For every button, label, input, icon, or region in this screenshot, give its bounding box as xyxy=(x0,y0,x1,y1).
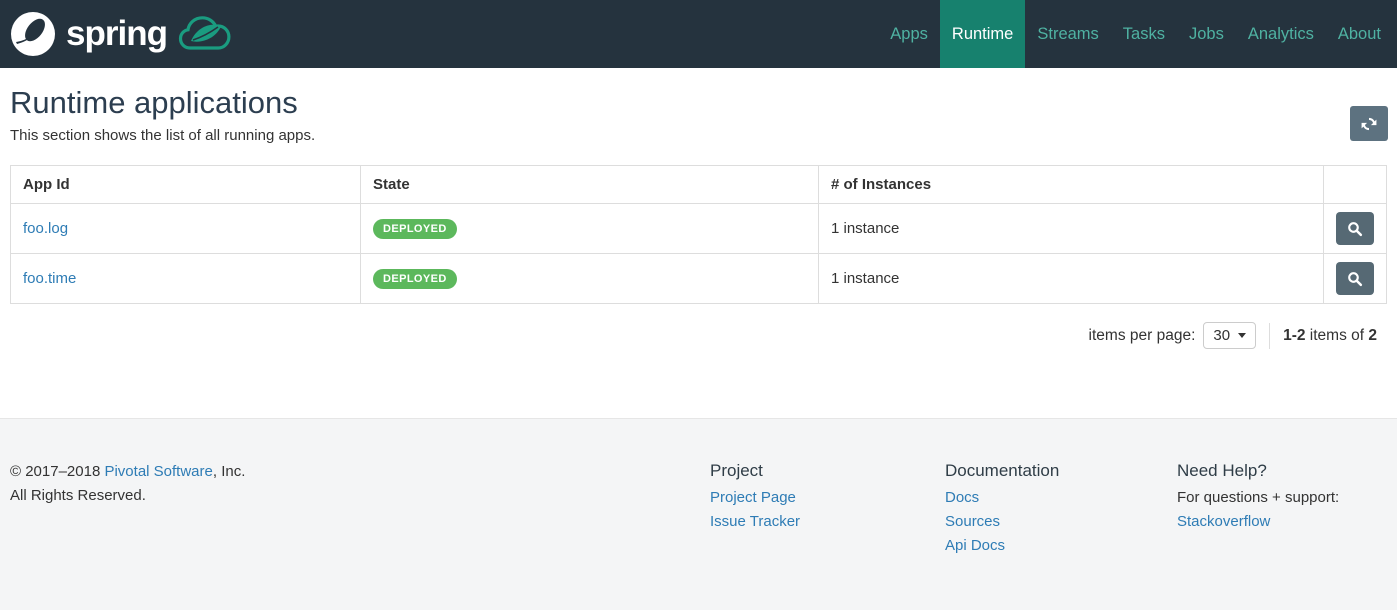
main-navigation: Apps Runtime Streams Tasks Jobs Analytic… xyxy=(878,0,1397,68)
page-subtitle: This section shows the list of all runni… xyxy=(10,127,316,144)
spring-logo-icon xyxy=(10,11,56,57)
instances-value: 1 instance xyxy=(831,220,900,237)
runtime-apps-table: App Id State # of Instances foo.log DEPL… xyxy=(10,165,1387,304)
nav-item-runtime[interactable]: Runtime xyxy=(939,0,1026,68)
view-details-button[interactable] xyxy=(1336,262,1374,295)
brand[interactable]: spring xyxy=(10,0,235,68)
nav-item-apps[interactable]: Apps xyxy=(878,0,940,68)
footer-heading-project: Project xyxy=(710,461,763,480)
issue-tracker-link[interactable]: Issue Tracker xyxy=(710,510,945,534)
pagination-bar: items per page: 30 1-2 items of 2 xyxy=(20,322,1377,349)
pivotal-software-link[interactable]: Pivotal Software xyxy=(104,463,212,480)
refresh-button[interactable] xyxy=(1350,106,1388,141)
range-middle-text: items of xyxy=(1305,326,1369,344)
project-page-link[interactable]: Project Page xyxy=(710,486,945,510)
spring-cloud-logo-icon xyxy=(177,13,235,55)
copyright-line: © 2017–2018 Pivotal Software, Inc. xyxy=(10,460,710,484)
api-docs-link[interactable]: Api Docs xyxy=(945,534,1177,558)
top-navbar: spring Apps Runtime Streams Tasks Jobs A… xyxy=(0,0,1397,68)
footer-copyright-block: © 2017–2018 Pivotal Software, Inc. All R… xyxy=(10,460,710,558)
column-header-instances: # of Instances xyxy=(818,165,1324,204)
items-per-page-value: 30 xyxy=(1213,327,1231,344)
main-content: Runtime applications This section shows … xyxy=(0,85,1397,349)
copyright-suffix: , Inc. xyxy=(212,463,246,480)
table-row: foo.time DEPLOYED 1 instance xyxy=(10,253,1387,304)
nav-item-analytics[interactable]: Analytics xyxy=(1236,0,1326,68)
nav-item-tasks[interactable]: Tasks xyxy=(1111,0,1177,68)
magnifier-icon xyxy=(1347,221,1363,237)
column-header-actions xyxy=(1323,165,1387,204)
range-value: 1-2 xyxy=(1283,326,1306,344)
page-title: Runtime applications xyxy=(10,85,298,120)
brand-wordmark: spring xyxy=(66,14,168,53)
pagination-divider xyxy=(1269,322,1271,349)
chevron-down-icon xyxy=(1238,333,1247,338)
copyright-prefix: © 2017–2018 xyxy=(10,463,105,480)
app-id-link[interactable]: foo.log xyxy=(23,220,68,237)
page-footer: © 2017–2018 Pivotal Software, Inc. All R… xyxy=(0,418,1397,610)
app-id-link[interactable]: foo.time xyxy=(23,270,76,287)
stackoverflow-link[interactable]: Stackoverflow xyxy=(1177,510,1387,534)
column-header-state: State xyxy=(360,165,819,204)
nav-item-about[interactable]: About xyxy=(1326,0,1393,68)
footer-column-project: Project Project Page Issue Tracker xyxy=(710,460,945,558)
table-row: foo.log DEPLOYED 1 instance xyxy=(10,203,1387,254)
rights-line: All Rights Reserved. xyxy=(10,487,146,504)
help-support-text: For questions + support: xyxy=(1177,489,1340,506)
sources-link[interactable]: Sources xyxy=(945,510,1177,534)
range-total: 2 xyxy=(1368,326,1377,344)
instances-value: 1 instance xyxy=(831,270,900,287)
footer-column-documentation: Documentation Docs Sources Api Docs xyxy=(945,460,1177,558)
nav-item-streams[interactable]: Streams xyxy=(1025,0,1110,68)
magnifier-icon xyxy=(1347,271,1363,287)
items-per-page-select[interactable]: 30 xyxy=(1203,322,1257,349)
nav-item-jobs[interactable]: Jobs xyxy=(1177,0,1236,68)
pagination-range-summary: 1-2 items of 2 xyxy=(1283,327,1377,345)
view-details-button[interactable] xyxy=(1336,212,1374,245)
footer-column-help: Need Help? For questions + support: Stac… xyxy=(1177,460,1387,558)
refresh-icon xyxy=(1360,115,1378,133)
state-badge: DEPLOYED xyxy=(373,218,457,239)
column-header-app-id: App Id xyxy=(10,165,361,204)
footer-heading-documentation: Documentation xyxy=(945,461,1060,480)
docs-link[interactable]: Docs xyxy=(945,486,1177,510)
items-per-page-label: items per page: xyxy=(1088,326,1196,344)
state-badge: DEPLOYED xyxy=(373,268,457,289)
footer-heading-need-help: Need Help? xyxy=(1177,461,1267,480)
table-header-row: App Id State # of Instances xyxy=(10,165,1387,204)
